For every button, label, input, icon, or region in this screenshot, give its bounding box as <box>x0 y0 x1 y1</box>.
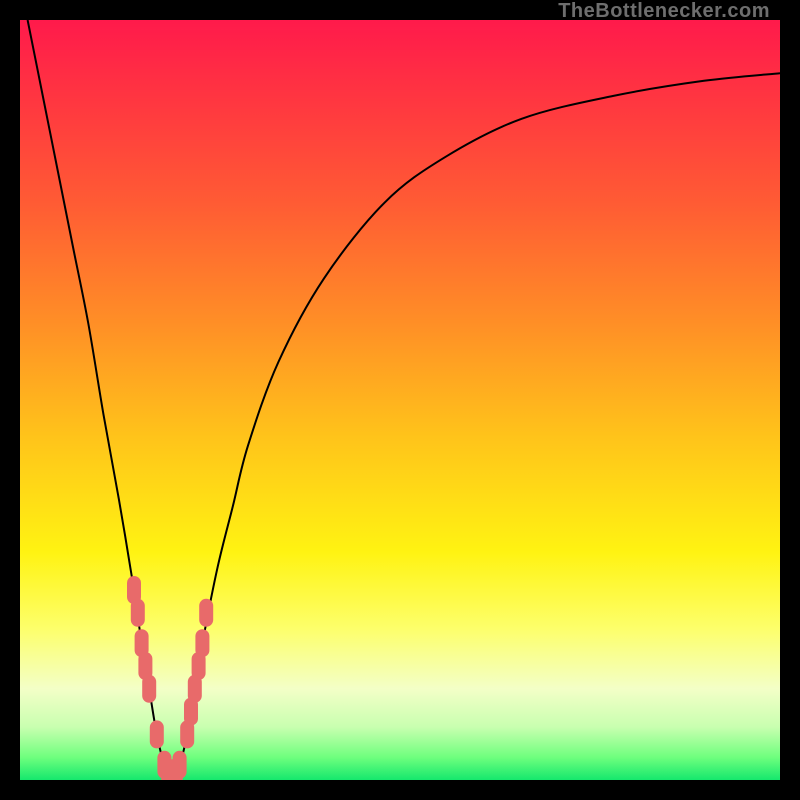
marker-point <box>195 629 209 657</box>
marker-point <box>150 720 164 748</box>
plot-area <box>20 20 780 780</box>
marker-group <box>127 576 213 780</box>
marker-point <box>131 599 145 627</box>
marker-point <box>142 675 156 703</box>
chart-frame: TheBottlenecker.com <box>0 0 800 800</box>
marker-point <box>173 751 187 779</box>
bottleneck-curve <box>20 20 780 780</box>
marker-point <box>199 599 213 627</box>
